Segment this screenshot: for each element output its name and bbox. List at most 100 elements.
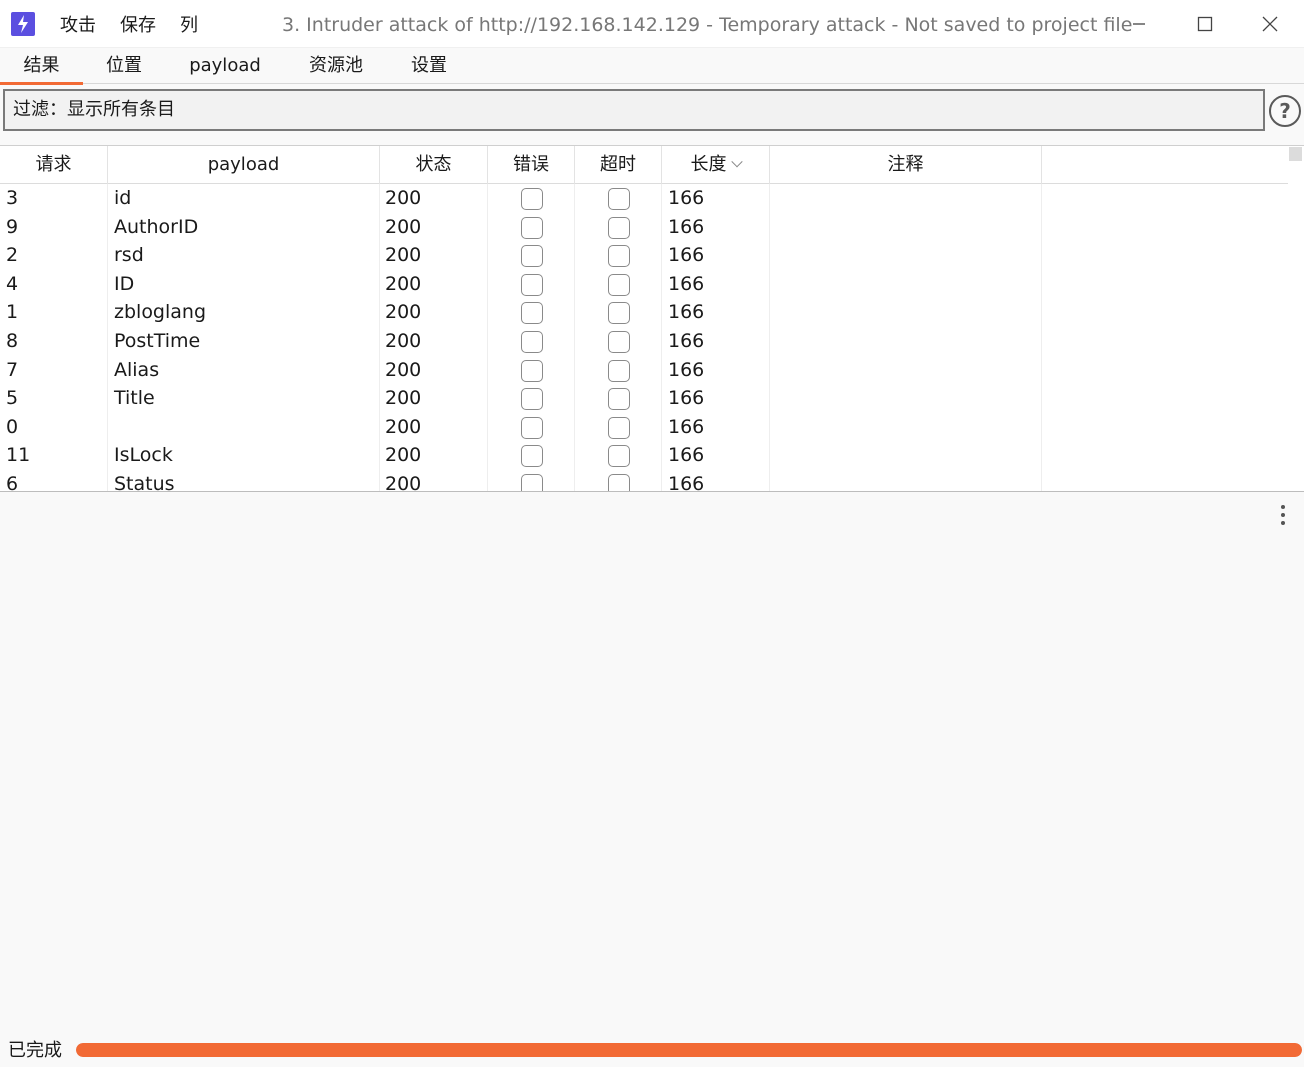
timeout-checkbox: [608, 359, 630, 382]
table-row[interactable]: 5 Title 200 166: [0, 384, 1288, 413]
results-table: 请求 payload 状态 错误 超时 长度 注释 3 id 200 166 9 Auth…: [0, 145, 1304, 492]
timeout-checkbox: [608, 273, 630, 296]
table-row[interactable]: 9 AuthorID 200 166: [0, 213, 1288, 242]
column-header-error[interactable]: 错误: [488, 146, 575, 184]
tab-results[interactable]: 结果: [0, 48, 83, 85]
maximize-button[interactable]: [1181, 0, 1229, 48]
cell-status: 200: [385, 444, 422, 467]
timeout-checkbox: [608, 473, 630, 491]
cell-payload: Title: [114, 387, 155, 410]
table-row[interactable]: 4 ID 200 166: [0, 270, 1288, 299]
column-header-timeout[interactable]: 超时: [575, 146, 662, 184]
column-header-payload[interactable]: payload: [108, 146, 380, 184]
timeout-checkbox: [608, 445, 630, 468]
timeout-checkbox: [608, 245, 630, 268]
error-checkbox: [521, 302, 543, 325]
more-options-icon[interactable]: [1280, 505, 1286, 525]
table-row[interactable]: 1 zbloglang 200 166: [0, 298, 1288, 327]
cell-length: 166: [668, 329, 705, 352]
close-icon: [1262, 16, 1278, 32]
cell-request: 4: [6, 272, 19, 295]
timeout-checkbox: [608, 388, 630, 411]
error-checkbox: [521, 359, 543, 382]
error-checkbox: [521, 388, 543, 411]
error-checkbox: [521, 473, 543, 491]
cell-payload: zbloglang: [114, 301, 207, 324]
error-checkbox: [521, 273, 543, 296]
cell-length: 166: [668, 444, 705, 467]
column-header-request[interactable]: 请求: [0, 146, 108, 184]
cell-status: 200: [385, 187, 422, 209]
progress-fill: [76, 1043, 1302, 1057]
cell-payload: PostTime: [114, 329, 201, 352]
cell-request: 0: [6, 415, 19, 438]
cell-request: 9: [6, 215, 19, 238]
table-row[interactable]: 6 Status 200 166: [0, 470, 1288, 492]
table-row[interactable]: 2 rsd 200 166: [0, 241, 1288, 270]
tab-bar: 结果 位置 payload 资源池 设置: [0, 48, 1304, 85]
sort-descending-icon: [730, 156, 743, 168]
table-header: 请求 payload 状态 错误 超时 长度 注释: [0, 146, 1288, 184]
column-header-comment[interactable]: 注释: [770, 146, 1042, 184]
cell-length: 166: [668, 301, 705, 324]
cell-status: 200: [385, 387, 422, 410]
cell-request: 11: [6, 444, 31, 467]
error-checkbox: [521, 445, 543, 468]
error-checkbox: [521, 216, 543, 239]
cell-status: 200: [385, 301, 422, 324]
cell-request: 7: [6, 358, 19, 381]
timeout-checkbox: [608, 216, 630, 239]
cell-length: 166: [668, 215, 705, 238]
cell-status: 200: [385, 244, 422, 267]
table-row[interactable]: 11 IsLock 200 166: [0, 441, 1288, 470]
table-row[interactable]: 8 PostTime 200 166: [0, 327, 1288, 356]
close-button[interactable]: [1246, 0, 1294, 48]
timeout-checkbox: [608, 188, 630, 210]
cell-payload: Alias: [114, 358, 160, 381]
minimize-icon: [1133, 23, 1145, 25]
table-row[interactable]: 7 Alias 200 166: [0, 356, 1288, 385]
error-checkbox: [521, 245, 543, 268]
table-row[interactable]: 3 id 200 166: [0, 184, 1288, 213]
menu-columns[interactable]: 列: [180, 0, 198, 48]
tab-payloads[interactable]: payload: [184, 48, 266, 84]
table-row[interactable]: 0 200 166: [0, 413, 1288, 442]
cell-payload: id: [114, 187, 132, 209]
tab-positions[interactable]: 位置: [94, 48, 154, 84]
menu-save[interactable]: 保存: [120, 0, 156, 48]
cell-payload: ID: [114, 272, 135, 295]
column-header-length[interactable]: 长度: [662, 146, 770, 184]
cell-length: 166: [668, 272, 705, 295]
cell-request: 1: [6, 301, 19, 324]
table-body: 3 id 200 166 9 AuthorID 200 166 2 rsd 200 166 4 ID 200…: [0, 184, 1288, 492]
title-bar: 攻击 保存 列 3. Intruder attack of http://192…: [0, 0, 1304, 48]
help-circle-icon[interactable]: ?: [1269, 95, 1301, 127]
cell-payload: Status: [114, 472, 175, 492]
cell-status: 200: [385, 472, 422, 492]
cell-status: 200: [385, 329, 422, 352]
tab-settings[interactable]: 设置: [402, 48, 456, 84]
error-checkbox: [521, 330, 543, 353]
tab-resource-pool[interactable]: 资源池: [300, 48, 372, 84]
cell-status: 200: [385, 415, 422, 438]
cell-length: 166: [668, 472, 705, 492]
vertical-scrollbar[interactable]: [1288, 146, 1304, 491]
filter-bar[interactable]: 过滤：显示所有条目: [3, 89, 1265, 131]
timeout-checkbox: [608, 330, 630, 353]
cell-status: 200: [385, 215, 422, 238]
cell-payload: IsLock: [114, 444, 173, 467]
error-checkbox: [521, 188, 543, 210]
cell-length: 166: [668, 187, 705, 209]
cell-request: 2: [6, 244, 19, 267]
cell-status: 200: [385, 358, 422, 381]
lightning-icon: [11, 12, 35, 36]
minimize-button[interactable]: [1115, 0, 1163, 48]
cell-request: 5: [6, 387, 19, 410]
cell-request: 8: [6, 329, 19, 352]
cell-status: 200: [385, 272, 422, 295]
scrollbar-thumb[interactable]: [1289, 147, 1302, 161]
cell-payload: rsd: [114, 244, 144, 267]
column-header-status[interactable]: 状态: [380, 146, 488, 184]
menu-attack[interactable]: 攻击: [60, 0, 96, 48]
cell-length: 166: [668, 244, 705, 267]
